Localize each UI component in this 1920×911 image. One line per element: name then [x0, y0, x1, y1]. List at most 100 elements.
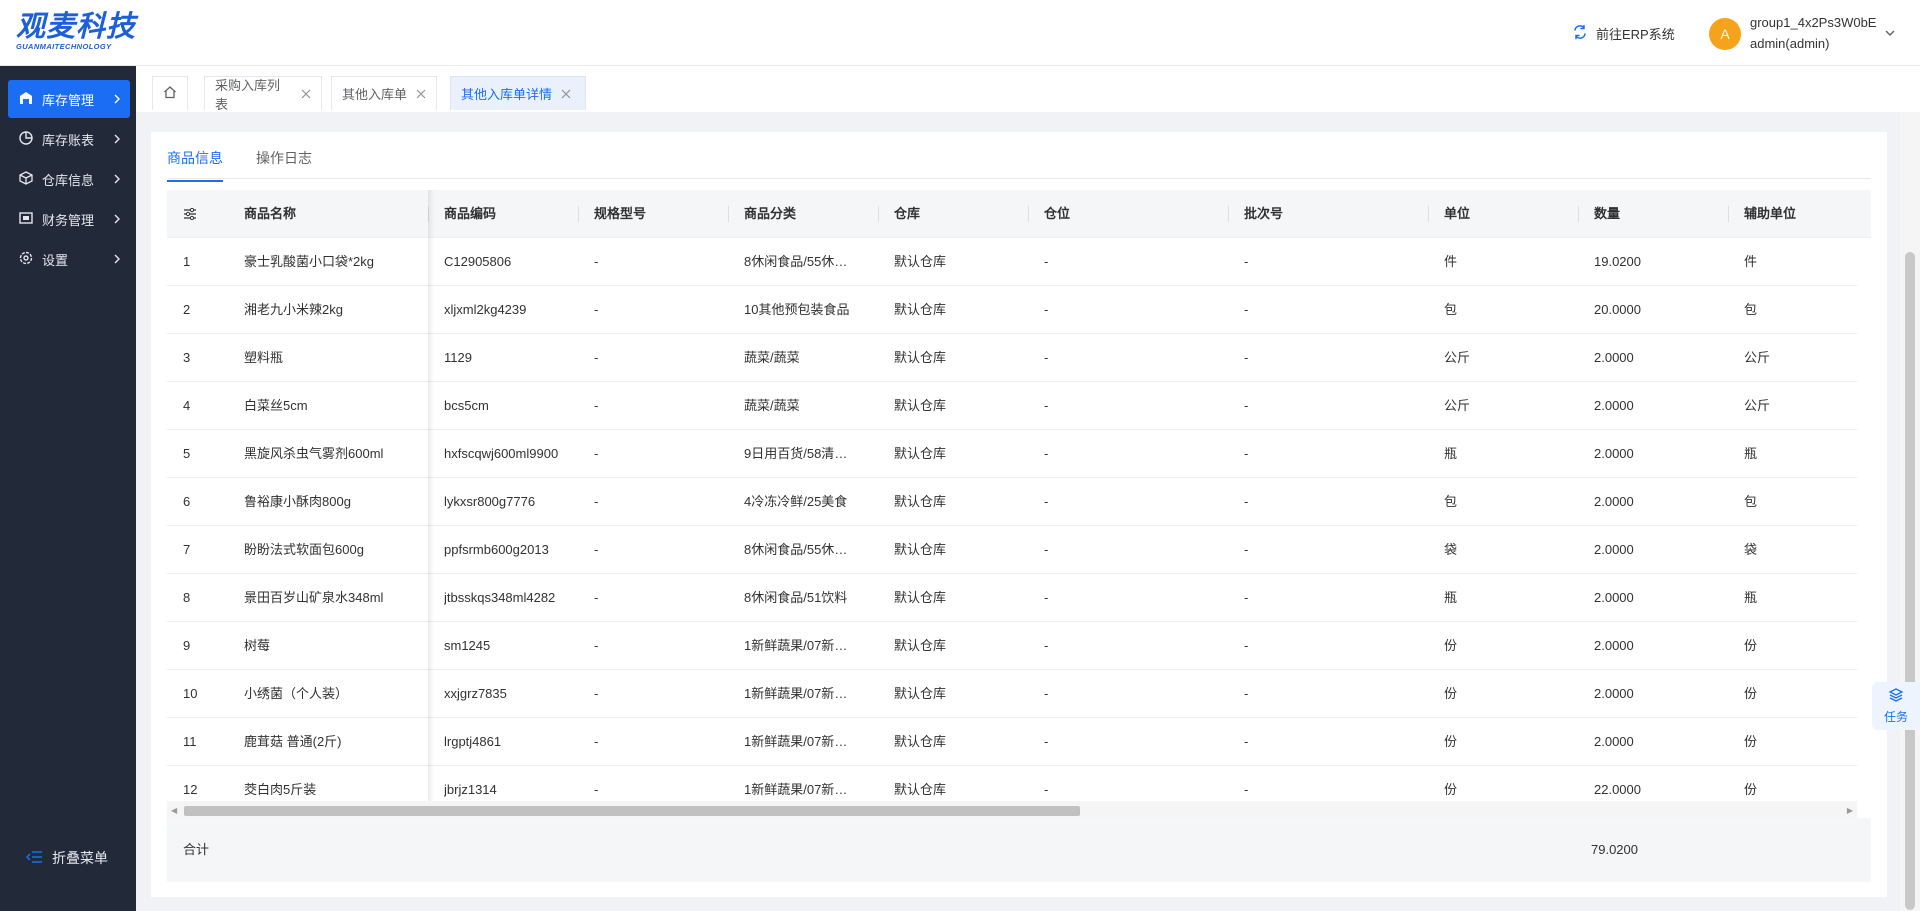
cell-unit: 份 — [1444, 686, 1458, 701]
page-scrollbar[interactable] — [1900, 112, 1920, 911]
erp-link-label: 前往ERP系统 — [1596, 26, 1675, 42]
column-header: 辅助单位 — [1728, 190, 1796, 238]
sidebar-item-stock-ledger[interactable]: 库存账表 — [8, 120, 130, 158]
cell-quantity: 20.0000 — [1594, 302, 1641, 317]
table-row[interactable]: 2 湘老九小米辣2kg xljxml2kg4239 - 10其他预包装食品 默认仓库 - - 包… — [167, 286, 1857, 334]
cell-product-name: 小绣菌（个人装） — [244, 686, 349, 701]
table-vertical-scrollbar[interactable] — [1857, 238, 1871, 801]
erp-system-link[interactable]: 前往ERP系统 — [1572, 22, 1675, 44]
cell-unit: 公斤 — [1444, 350, 1471, 365]
cell-warehouse: 默认仓库 — [894, 590, 947, 605]
cell-warehouse: 默认仓库 — [894, 542, 947, 557]
cell-warehouse: 默认仓库 — [894, 638, 947, 653]
table-row[interactable]: 4 白菜丝5cm bcs5cm - 蔬菜/蔬菜 默认仓库 - - 公斤 2.0000 公斤 — [167, 382, 1857, 430]
table-row[interactable]: 9 树莓 sm1245 - 1新鲜蔬果/07新鲜水果 默认仓库 - - 份 2.0000 份 — [167, 622, 1857, 670]
avatar[interactable]: A — [1709, 18, 1741, 50]
column-settings-icon[interactable] — [183, 207, 197, 224]
cell-batch: - — [1244, 494, 1249, 509]
cell-warehouse: 默认仓库 — [894, 398, 947, 413]
tab-other-inbound-detail[interactable]: 其他入库单详情 — [450, 76, 586, 110]
table-row[interactable]: 7 盼盼法式软面包600g ppfsrmb600g2013 - 8休闲食品/55休闲食品… — [167, 526, 1857, 574]
cell-unit: 份 — [1444, 734, 1458, 749]
chevron-right-icon — [112, 173, 122, 185]
scrollbar-thumb[interactable] — [184, 806, 1080, 816]
table-row[interactable]: 10 小绣菌（个人装） xxjgrz7835 - 1新鲜蔬果/07新鲜水果 默认仓库 - - 份… — [167, 670, 1857, 718]
cell-index: 1 — [183, 254, 191, 269]
cell-index: 6 — [183, 494, 191, 509]
cell-quantity: 2.0000 — [1594, 494, 1634, 509]
cell-category: 1新鲜蔬果/07新鲜水果 — [744, 638, 856, 653]
cell-location: - — [1044, 638, 1049, 653]
cell-quantity: 19.0200 — [1594, 254, 1641, 269]
collapse-menu-button[interactable]: 折叠菜单 — [25, 848, 108, 868]
column-header: 商品编码 — [428, 190, 496, 238]
box-icon — [18, 170, 34, 189]
wallet-icon — [18, 210, 34, 229]
cell-product-name: 鹿茸菇 普通(2斤) — [244, 734, 342, 749]
cell-warehouse: 默认仓库 — [894, 446, 947, 461]
column-header: 批次号 — [1228, 190, 1283, 238]
table-row[interactable]: 1 豪士乳酸菌小口袋*2kg C12905806 - 8休闲食品/55休闲食品 默认仓库 -… — [167, 238, 1857, 286]
cell-product-code: sm1245 — [444, 638, 491, 653]
cell-category: 1新鲜蔬果/07新鲜水果 — [744, 686, 856, 701]
sidebar-item-inventory[interactable]: 库存管理 — [8, 80, 130, 118]
pie-chart-icon — [18, 130, 34, 149]
scroll-right-arrow-icon[interactable]: ▶ — [1847, 806, 1853, 815]
table-row[interactable]: 6 鲁裕康小酥肉800g lykxsr800g7776 - 4冷冻冷鲜/25美食 默认仓库… — [167, 478, 1857, 526]
cell-unit: 份 — [1444, 638, 1458, 653]
sidebar-item-finance[interactable]: 财务管理 — [8, 200, 130, 238]
company-logo[interactable]: 观麦科技 GUANMAITECHNOLOGY — [16, 10, 144, 54]
cell-spec: - — [594, 542, 599, 557]
cell-product-name: 豪士乳酸菌小口袋*2kg — [244, 254, 375, 269]
tab-home[interactable] — [152, 76, 188, 110]
cell-aux-unit: 包 — [1744, 302, 1758, 317]
tab-product-info[interactable]: 商品信息 — [167, 148, 223, 182]
close-icon[interactable] — [301, 89, 311, 99]
sidebar-item-settings[interactable]: 设置 — [8, 240, 130, 278]
cell-warehouse: 默认仓库 — [894, 686, 947, 701]
table-summary-row: 合计 79.0200 — [167, 818, 1871, 882]
user-name[interactable]: group1_4x2Ps3W0bE — [1750, 15, 1876, 30]
column-header: 仓位 — [1028, 190, 1070, 238]
cell-product-code: jtbsskqs348ml4282 — [444, 590, 556, 605]
cell-product-name: 鲁裕康小酥肉800g — [244, 494, 351, 509]
cell-warehouse: 默认仓库 — [894, 302, 947, 317]
cell-aux-unit: 公斤 — [1744, 350, 1771, 365]
close-icon[interactable] — [561, 89, 571, 99]
logo-subtext: GUANMAITECHNOLOGY — [16, 42, 112, 51]
table-row[interactable]: 5 黑旋风杀虫气雾剂600ml hxfscqwj600ml9900 - 9日用百货/58… — [167, 430, 1857, 478]
cell-product-code: lykxsr800g7776 — [444, 494, 536, 509]
sidebar-item-warehouse-info[interactable]: 仓库信息 — [8, 160, 130, 198]
scrollbar-thumb[interactable] — [1905, 252, 1915, 910]
cell-spec: - — [594, 494, 599, 509]
table-horizontal-scrollbar[interactable]: ◀ ▶ — [167, 801, 1857, 818]
scroll-left-arrow-icon[interactable]: ◀ — [171, 806, 177, 815]
cell-index: 11 — [183, 734, 197, 749]
cell-category: 蔬菜/蔬菜 — [744, 398, 800, 413]
sidebar: 库存管理 库存账表 仓库信息 财务管理 设置 折叠菜单 — [0, 66, 136, 911]
cell-product-code: ppfsrmb600g2013 — [444, 542, 549, 557]
tab-label: 其他入库单 — [342, 87, 408, 102]
chevron-down-icon[interactable] — [1884, 26, 1896, 42]
cell-quantity: 2.0000 — [1594, 446, 1634, 461]
column-header: 仓库 — [878, 190, 920, 238]
home-icon — [163, 85, 177, 102]
cell-product-code: lrgptj4861 — [444, 734, 502, 749]
table-row[interactable]: 3 塑料瓶 1129 - 蔬菜/蔬菜 默认仓库 - - 公斤 2.0000 公斤 — [167, 334, 1857, 382]
tab-operation-log[interactable]: 操作日志 — [256, 148, 312, 182]
cell-aux-unit: 包 — [1744, 494, 1758, 509]
cell-index: 5 — [183, 446, 191, 461]
cell-aux-unit: 份 — [1744, 638, 1758, 653]
tab-other-inbound[interactable]: 其他入库单 — [331, 76, 437, 110]
cell-unit: 瓶 — [1444, 446, 1458, 461]
table-header: 商品名称 商品编码 规格型号 商品分类 仓库 仓位 批次号 单位 数量 辅助单位 — [167, 190, 1871, 238]
cell-batch: - — [1244, 542, 1249, 557]
close-icon[interactable] — [416, 89, 426, 99]
column-header: 单位 — [1428, 190, 1470, 238]
cell-spec: - — [594, 590, 599, 605]
task-button[interactable]: 任务 — [1872, 682, 1920, 730]
sidebar-item-label: 设置 — [42, 252, 69, 268]
tab-purchase-inbound-list[interactable]: 采购入库列表 — [204, 76, 322, 112]
table-row[interactable]: 8 景田百岁山矿泉水348ml jtbsskqs348ml4282 - 8休闲食品/51… — [167, 574, 1857, 622]
table-row[interactable]: 11 鹿茸菇 普通(2斤) lrgptj4861 - 1新鲜蔬果/07新鲜水果 默认仓库 -… — [167, 718, 1857, 766]
